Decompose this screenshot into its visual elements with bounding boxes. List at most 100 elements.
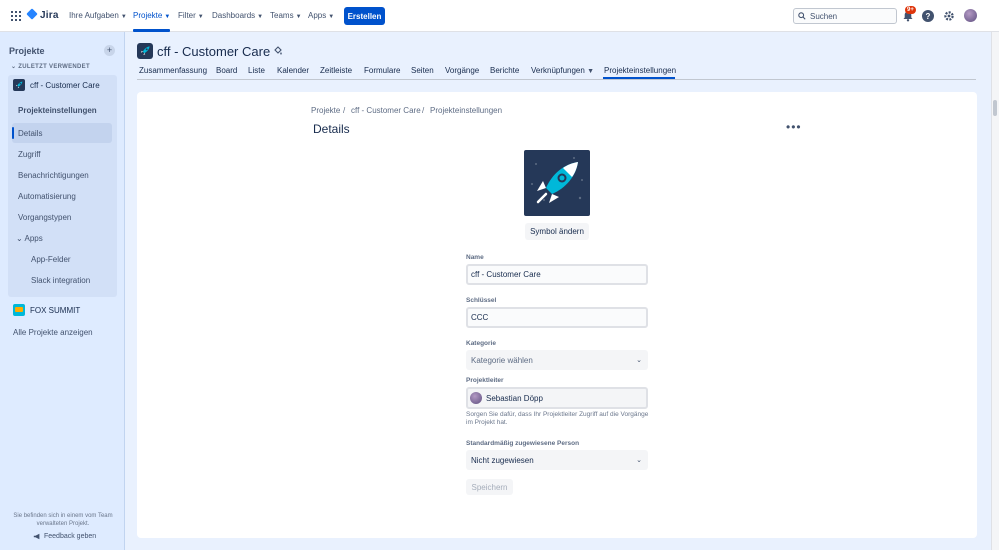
sidebar-project-fox-summit[interactable]: FOX SUMMIT — [13, 304, 80, 316]
top-navigation: Jira Ihre Aufgaben ▼ Projekte ▼ Filter ▼ Da… — [0, 0, 999, 32]
chevron-down-icon: ▼ — [257, 14, 264, 20]
default-assignee-select[interactable]: Nicht zugewiesen ⌄ — [466, 450, 648, 470]
name-input[interactable] — [471, 270, 641, 279]
team-managed-note: Sie befinden sich in einem vom Team verw… — [13, 513, 113, 527]
sidebar-settings-heading: Projekteinstellungen — [18, 106, 97, 115]
app-switcher-icon[interactable] — [11, 11, 21, 21]
jira-logo[interactable]: Jira — [27, 9, 59, 21]
tab-active-indicator — [603, 77, 675, 79]
key-input[interactable] — [471, 313, 641, 322]
search-input[interactable] — [810, 11, 890, 21]
nav-apps-label: Apps — [308, 11, 327, 20]
chevron-down-icon: ▼ — [197, 14, 204, 20]
nav-teams[interactable]: Teams ▼ — [270, 11, 302, 20]
create-button[interactable]: Erstellen — [344, 7, 385, 25]
search-icon — [798, 12, 806, 20]
sidebar-project-name: cff - Customer Care — [30, 80, 100, 90]
sidebar-title: Projekte — [9, 46, 45, 56]
jira-logo-text: Jira — [40, 9, 59, 21]
project-title: cff - Customer Care — [157, 44, 271, 59]
sidebar-item-notifications[interactable]: Benachrichtigungen — [18, 171, 89, 180]
tab-project-settings[interactable]: Projekteinstellungen — [604, 66, 676, 75]
tab-issues[interactable]: Vorgänge — [445, 66, 479, 75]
tab-board[interactable]: Board — [216, 66, 237, 75]
nav-your-work-label: Ihre Aufgaben — [69, 11, 119, 20]
project-rocket-icon — [137, 43, 153, 59]
chevron-down-icon: ⌄ — [636, 457, 642, 464]
tab-shortcuts-label: Verknüpfungen — [531, 66, 585, 75]
nav-filters-label: Filter — [178, 11, 196, 20]
nav-your-work[interactable]: Ihre Aufgaben ▼ — [69, 11, 127, 20]
name-label: Name — [466, 254, 484, 261]
user-avatar[interactable] — [964, 9, 977, 22]
default-assignee-value: Nicht zugewiesen — [471, 455, 534, 465]
sidebar-item-slack[interactable]: Slack integration — [31, 276, 90, 285]
breadcrumb-project[interactable]: cff - Customer Care — [351, 106, 421, 115]
sidebar-apps-label: Apps — [24, 234, 43, 243]
add-project-icon[interactable]: + — [104, 45, 115, 56]
breadcrumb-separator: / — [422, 106, 425, 115]
category-select[interactable]: Kategorie wählen ⌄ — [466, 350, 648, 370]
sidebar-item-app-fields[interactable]: App-Felder — [31, 255, 71, 264]
chevron-down-icon: ▼ — [328, 14, 335, 20]
fox-summit-project-icon — [13, 304, 25, 316]
name-field[interactable] — [466, 264, 648, 285]
nav-dashboards[interactable]: Dashboards ▼ — [212, 11, 263, 20]
project-avatar-rocket-icon — [524, 150, 590, 216]
sidebar: Projekte + ⌄ ZULETZT VERWENDET cff - Cus… — [0, 32, 125, 550]
save-button[interactable]: Speichern — [466, 479, 513, 495]
sidebar-item-automation[interactable]: Automatisierung — [18, 192, 76, 201]
recent-section-label[interactable]: ⌄ ZULETZT VERWENDET — [11, 63, 90, 70]
sidebar-item-details[interactable]: Details — [18, 129, 42, 138]
jira-logo-icon — [27, 9, 37, 21]
page-title: Details — [313, 122, 350, 136]
sidebar-item-apps[interactable]: ⌄ Apps — [16, 234, 43, 243]
lead-helper-text: Sorgen Sie dafür, dass Ihr Projektleiter… — [466, 411, 649, 426]
gear-icon[interactable] — [943, 10, 955, 22]
tab-shortcuts[interactable]: Verknüpfungen ▼ — [531, 66, 594, 75]
notification-badge: 9+ — [905, 6, 916, 14]
avatar — [470, 392, 482, 404]
key-field[interactable] — [466, 307, 648, 328]
breadcrumb-separator: / — [343, 106, 346, 115]
scrollbar-thumb[interactable] — [993, 100, 997, 116]
feedback-button[interactable]: Feedback geben — [33, 533, 96, 540]
nav-projects[interactable]: Projekte ▼ — [133, 11, 170, 20]
sidebar-project-cff[interactable]: cff - Customer Care — [13, 79, 100, 91]
recent-section-text: ZULETZT VERWENDET — [18, 64, 90, 70]
sidebar-item-issue-types[interactable]: Vorgangstypen — [18, 213, 71, 222]
view-all-projects-link[interactable]: Alle Projekte anzeigen — [13, 328, 93, 337]
chevron-down-icon: ▼ — [587, 68, 594, 75]
chevron-down-icon: ⌄ — [636, 357, 642, 364]
category-placeholder: Kategorie wählen — [471, 355, 533, 365]
lead-label: Projektleiter — [466, 377, 504, 384]
change-icon-button[interactable]: Symbol ändern — [525, 223, 589, 240]
rocket-icon — [13, 79, 25, 91]
feedback-label: Feedback geben — [44, 533, 97, 540]
more-actions-icon[interactable]: ••• — [786, 121, 802, 133]
lead-name: Sebastian Döpp — [486, 393, 543, 403]
lead-picker[interactable]: Sebastian Döpp — [466, 387, 648, 409]
tab-pages[interactable]: Seiten — [411, 66, 434, 75]
tab-timeline[interactable]: Zeitleiste — [320, 66, 352, 75]
nav-apps[interactable]: Apps ▼ — [308, 11, 334, 20]
chevron-down-icon: ▼ — [120, 14, 127, 20]
tab-forms[interactable]: Formulare — [364, 66, 400, 75]
sidebar-item-access[interactable]: Zugriff — [18, 150, 41, 159]
nav-filters[interactable]: Filter ▼ — [178, 11, 204, 20]
tab-list[interactable]: Liste — [248, 66, 265, 75]
tab-summary[interactable]: Zusammenfassung — [139, 66, 207, 75]
search-box[interactable] — [793, 8, 897, 24]
megaphone-icon — [33, 533, 40, 540]
breadcrumb-projects[interactable]: Projekte — [311, 106, 340, 115]
help-icon[interactable]: ? — [922, 10, 934, 22]
paint-bucket-icon[interactable] — [273, 46, 283, 56]
sidebar-fox-summit-name: FOX SUMMIT — [30, 305, 81, 315]
breadcrumb-settings[interactable]: Projekteinstellungen — [430, 106, 502, 115]
chevron-down-icon: ▼ — [164, 14, 171, 20]
tab-calendar[interactable]: Kalender — [277, 66, 309, 75]
nav-projects-label: Projekte — [133, 11, 163, 20]
tabs-divider — [137, 79, 976, 80]
category-label: Kategorie — [466, 340, 496, 347]
tab-reports[interactable]: Berichte — [490, 66, 519, 75]
